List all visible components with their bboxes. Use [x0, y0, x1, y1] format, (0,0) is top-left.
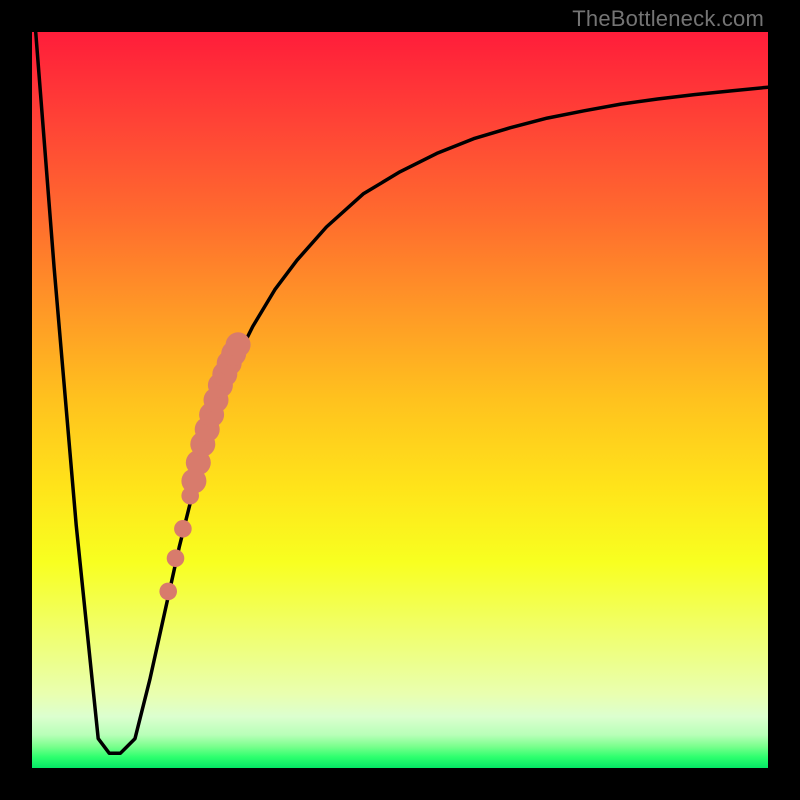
chart-svg	[32, 32, 768, 768]
curve-markers	[159, 332, 250, 600]
plot-area	[32, 32, 768, 768]
curve-marker	[167, 549, 185, 567]
bottleneck-curve	[36, 32, 768, 753]
curve-marker	[174, 520, 192, 538]
curve-marker	[159, 583, 177, 601]
attribution-text: TheBottleneck.com	[572, 6, 764, 32]
chart-frame: TheBottleneck.com	[0, 0, 800, 800]
curve-marker	[226, 332, 251, 357]
